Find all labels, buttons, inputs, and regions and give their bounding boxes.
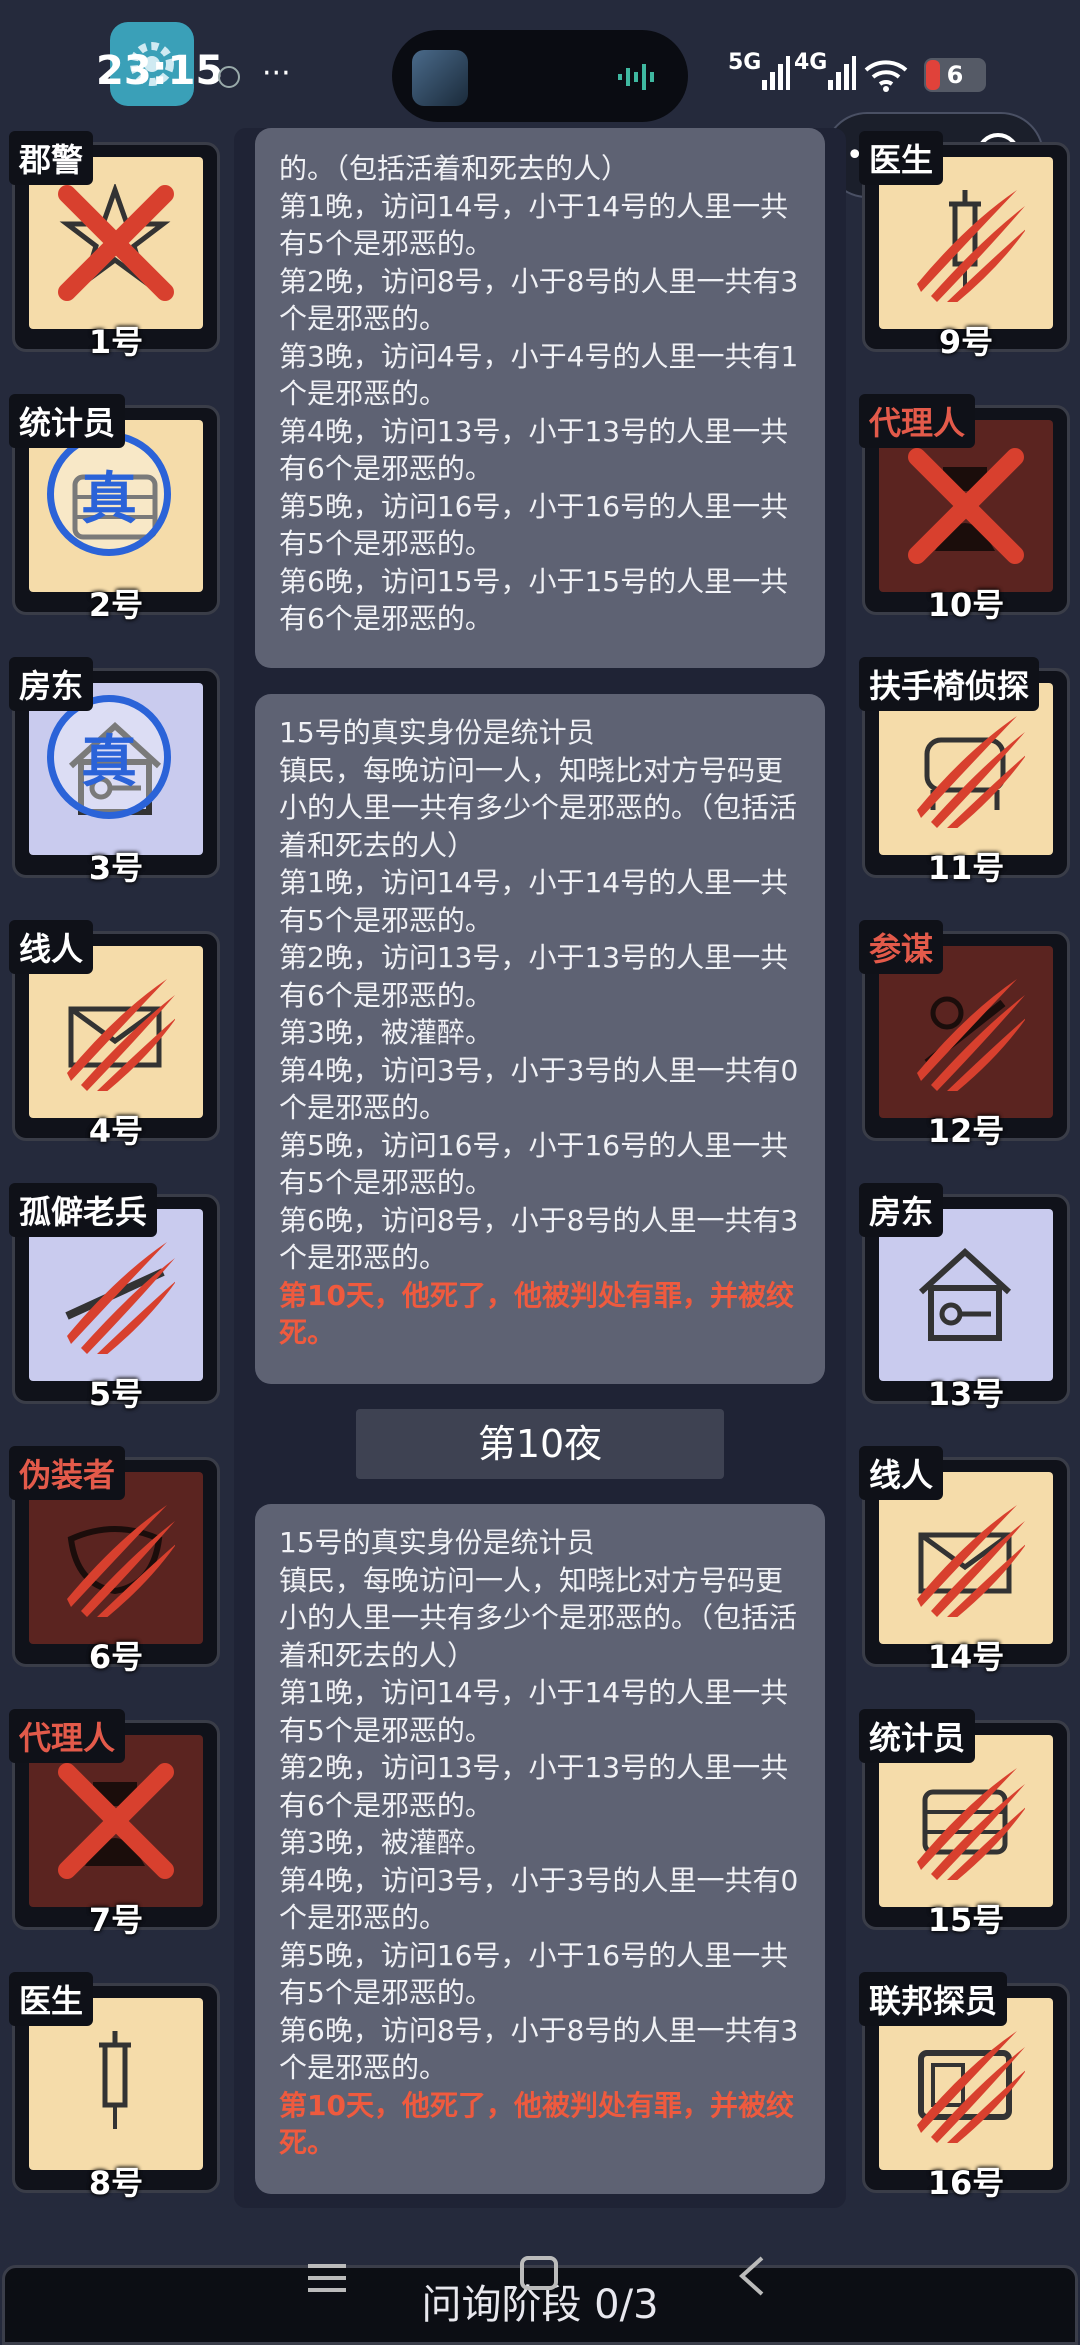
agent-icon bbox=[58, 1763, 174, 1879]
signal-icon bbox=[762, 56, 790, 90]
battery-indicator: 6 bbox=[924, 58, 986, 92]
player-number: 4号 bbox=[88, 1112, 144, 1150]
player-role-label: 代理人 bbox=[9, 1709, 126, 1763]
player-number: 16号 bbox=[927, 2164, 1005, 2202]
player-card[interactable]: 孤僻老兵 5号 bbox=[9, 1183, 220, 1413]
player-role-label: 房东 bbox=[9, 657, 94, 711]
player-number: 8号 bbox=[88, 2164, 144, 2202]
wifi-icon bbox=[864, 60, 908, 92]
player-number: 1号 bbox=[88, 323, 144, 361]
player-role-label: 扶手椅侦探 bbox=[859, 657, 1040, 711]
player-card[interactable]: 郡警 1号 bbox=[9, 131, 220, 361]
player-card[interactable]: 房东 13号 bbox=[859, 1183, 1070, 1413]
back-nav-icon[interactable] bbox=[736, 2256, 768, 2296]
strategist-icon bbox=[917, 979, 1025, 1091]
home-nav-icon[interactable] bbox=[518, 2254, 562, 2294]
envelope-icon bbox=[917, 1505, 1025, 1617]
agent-icon bbox=[908, 448, 1024, 564]
true-identity-stamp: 真 bbox=[47, 432, 171, 556]
message-text: 15号的真实身份是统计员 镇民，每晚访问一人，知晓比对方号码更小的人里一共有多少… bbox=[279, 716, 799, 1274]
signal-icon-2 bbox=[828, 56, 856, 90]
player-number: 3号 bbox=[88, 849, 144, 887]
network-label: 5G bbox=[728, 50, 762, 75]
player-role-label: 统计员 bbox=[9, 394, 126, 448]
player-role-label: 代理人 bbox=[859, 394, 976, 448]
death-notice: 第10天，他死了，他被判处有罪，并被绞死。 bbox=[279, 2088, 794, 2160]
message-text: 15号的真实身份是统计员 镇民，每晚访问一人，知晓比对方号码更小的人里一共有多少… bbox=[279, 1526, 799, 2084]
player-card[interactable]: 真房东 3号 bbox=[9, 657, 220, 887]
player-number: 11号 bbox=[927, 849, 1005, 887]
player-role-label: 线人 bbox=[859, 1446, 944, 1500]
player-number: 5号 bbox=[88, 1375, 144, 1413]
player-card[interactable]: 代理人 10号 bbox=[859, 394, 1070, 624]
message-text: 的。（包括活着和死去的人） 第1晚，访问14号，小于14号的人里一共有5个是邪恶… bbox=[279, 152, 799, 635]
player-number: 10号 bbox=[927, 586, 1005, 624]
player-role-label: 医生 bbox=[859, 131, 944, 185]
player-role-label: 孤僻老兵 bbox=[9, 1183, 158, 1237]
message-box-1: 的。（包括活着和死去的人） 第1晚，访问14号，小于14号的人里一共有5个是邪恶… bbox=[255, 128, 825, 668]
player-card[interactable]: 伪装者 6号 bbox=[9, 1446, 220, 1676]
player-card[interactable]: 统计员 15号 bbox=[859, 1709, 1070, 1939]
player-card[interactable]: 医生 8号 bbox=[9, 1972, 220, 2202]
player-number: 9号 bbox=[938, 323, 994, 361]
player-card[interactable]: 参谋 12号 bbox=[859, 920, 1070, 1150]
death-notice: 第10天，他死了，他被判处有罪，并被绞死。 bbox=[279, 1278, 794, 1350]
player-role-label: 统计员 bbox=[859, 1709, 976, 1763]
abacus-icon bbox=[917, 1768, 1025, 1880]
badge-card-icon bbox=[917, 2031, 1025, 2143]
night-banner: 第10夜 bbox=[356, 1409, 724, 1479]
player-card[interactable]: 联邦探员 16号 bbox=[859, 1972, 1070, 2202]
house-key-icon bbox=[918, 1247, 1012, 1341]
syringe-icon bbox=[917, 190, 1025, 302]
rifle-icon bbox=[65, 1242, 175, 1354]
player-role-label: 医生 bbox=[9, 1972, 94, 2026]
envelope-icon bbox=[67, 979, 175, 1091]
message-box-3: 15号的真实身份是统计员 镇民，每晚访问一人，知晓比对方号码更小的人里一共有多少… bbox=[255, 1504, 825, 2194]
player-number: 13号 bbox=[927, 1375, 1005, 1413]
syringe-icon bbox=[99, 2031, 131, 2129]
player-role-label: 郡警 bbox=[9, 131, 94, 185]
sheriff-badge-icon bbox=[58, 184, 174, 301]
player-role-label: 联邦探员 bbox=[859, 1972, 1008, 2026]
player-card[interactable]: 代理人 7号 bbox=[9, 1709, 220, 1939]
player-number: 7号 bbox=[88, 1901, 144, 1939]
menu-nav-icon[interactable] bbox=[306, 2260, 350, 2296]
network-label-2: 4G bbox=[794, 50, 828, 75]
notification-icon bbox=[218, 66, 240, 88]
status-bar: 23:15 ··· 5G 4G 6 bbox=[0, 0, 1080, 130]
player-role-label: 参谋 bbox=[859, 920, 944, 974]
player-number: 6号 bbox=[88, 1638, 144, 1676]
armchair-icon bbox=[917, 716, 1025, 828]
true-identity-stamp: 真 bbox=[47, 695, 171, 819]
player-number: 15号 bbox=[927, 1901, 1005, 1939]
player-number: 14号 bbox=[927, 1638, 1005, 1676]
audio-wave-icon bbox=[618, 64, 654, 90]
player-card[interactable]: 线人 14号 bbox=[859, 1446, 1070, 1676]
player-number: 2号 bbox=[88, 586, 144, 624]
player-card[interactable]: 医生 9号 bbox=[859, 131, 1070, 361]
player-card[interactable]: 真统计员 2号 bbox=[9, 394, 220, 624]
more-dots-icon: ··· bbox=[262, 56, 291, 91]
player-card[interactable]: 线人 4号 bbox=[9, 920, 220, 1150]
mask-icon bbox=[67, 1505, 175, 1617]
player-role-label: 伪装者 bbox=[9, 1446, 126, 1500]
player-card[interactable]: 扶手椅侦探 11号 bbox=[859, 657, 1070, 887]
clock: 23:15 bbox=[96, 48, 224, 94]
player-role-label: 线人 bbox=[9, 920, 94, 974]
message-box-2: 15号的真实身份是统计员 镇民，每晚访问一人，知晓比对方号码更小的人里一共有多少… bbox=[255, 694, 825, 1384]
player-number: 12号 bbox=[927, 1112, 1005, 1150]
media-thumbnail bbox=[412, 50, 468, 106]
player-role-label: 房东 bbox=[859, 1183, 944, 1237]
dynamic-island[interactable] bbox=[392, 30, 688, 122]
system-nav-bar bbox=[0, 2250, 1080, 2296]
